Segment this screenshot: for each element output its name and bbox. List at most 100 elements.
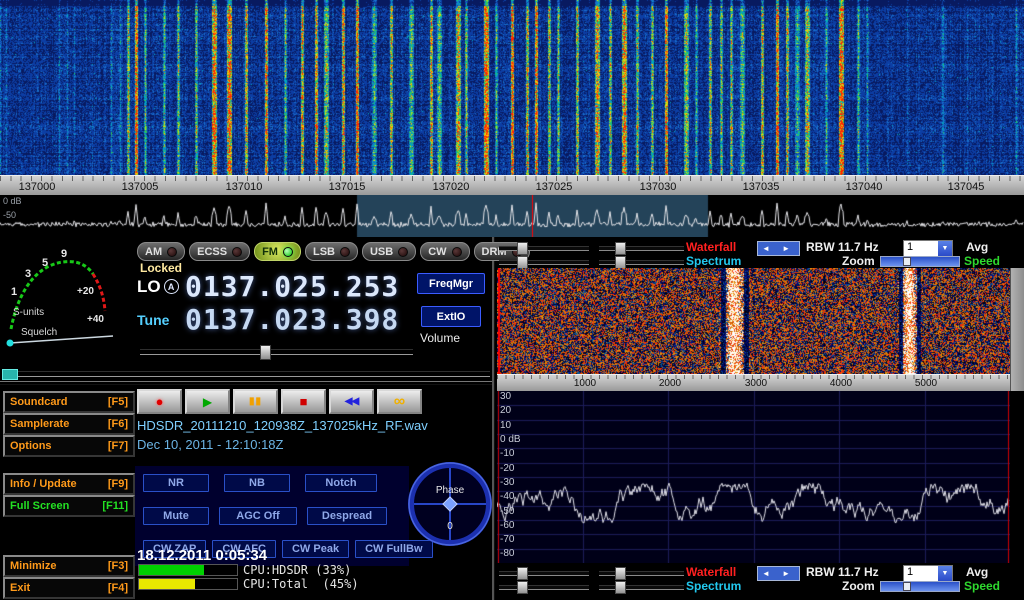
volume-slider-handle[interactable] — [260, 345, 271, 360]
s-meter-squelch-label: Squelch — [21, 327, 57, 338]
freq-label: 137020 — [421, 181, 481, 193]
cpu-hdsdr-bar — [138, 564, 238, 576]
minimize-button[interactable]: Minimize [F3] — [3, 555, 135, 577]
info-update-button[interactable]: Info / Update [F9] — [3, 473, 135, 495]
waterfall-toggle[interactable]: Waterfall — [686, 240, 736, 254]
db-label: -80 — [500, 548, 514, 559]
button-label: Minimize — [10, 560, 56, 572]
button-hotkey: [F7] — [108, 440, 128, 452]
squelch-slider-handle[interactable] — [2, 369, 18, 380]
s-meter-tick-label: 3 — [25, 268, 31, 280]
mode-led-icon — [398, 247, 408, 257]
pause-button[interactable]: ▮▮ — [233, 389, 278, 414]
spectrum-brightness-slider[interactable] — [499, 260, 589, 265]
options-button[interactable]: Options [F7] — [3, 435, 135, 457]
freq-label: 137035 — [731, 181, 791, 193]
exit-button[interactable]: Exit [F4] — [3, 577, 135, 599]
play-button[interactable]: ▶ — [185, 389, 230, 414]
spectrum-brightness-slider[interactable] — [499, 585, 589, 590]
mode-label: USB — [370, 246, 393, 258]
audio-spectrum[interactable]: 30 20 10 0 dB -10 -20 -30 -40 -50 -60 -7… — [497, 391, 1010, 563]
cw-peak-button[interactable]: CW Peak — [282, 540, 349, 558]
mode-usb-button[interactable]: USB — [362, 242, 416, 261]
waterfall-contrast-slider[interactable] — [599, 246, 684, 251]
agc-off-button[interactable]: AGC Off — [219, 507, 297, 525]
s-meter-units-label: S-units — [13, 307, 44, 318]
freq-label: 137000 — [7, 181, 67, 193]
button-hotkey: [F5] — [108, 396, 128, 408]
tune-label: Tune — [137, 312, 169, 328]
playback-file-date: Dec 10, 2011 - 12:10:18Z — [137, 437, 283, 452]
freqmgr-button[interactable]: FreqMgr — [417, 273, 485, 294]
spectrum-toggle[interactable]: Spectrum — [686, 579, 741, 593]
waterfall-brightness-slider[interactable] — [499, 571, 589, 576]
stop-button[interactable]: ■ — [281, 389, 326, 414]
lo-lock-badge[interactable]: A — [164, 279, 179, 294]
db-label: -40 — [500, 491, 514, 502]
loop-button[interactable]: ∞ — [377, 389, 422, 414]
hdsdr-window: 137000 137005 137010 137015 137020 13702… — [0, 0, 1024, 600]
speed-label: Speed — [964, 254, 1000, 268]
mode-cw-button[interactable]: CW — [420, 242, 469, 261]
button-hotkey: [F4] — [108, 582, 128, 594]
db-label: 0 dB — [3, 196, 22, 206]
waterfall-contrast-slider[interactable] — [599, 571, 684, 576]
button-hotkey: [F9] — [108, 478, 128, 490]
slider-handle[interactable] — [517, 581, 528, 594]
button-label: Soundcard — [10, 396, 67, 408]
zoom-slider[interactable] — [880, 256, 960, 267]
despread-button[interactable]: Despread — [307, 507, 387, 525]
waterfall-side-strip — [1010, 268, 1024, 391]
mute-button[interactable]: Mute — [143, 507, 209, 525]
spectrum-toggle[interactable]: Spectrum — [686, 254, 741, 268]
mode-ecss-button[interactable]: ECSS — [189, 242, 250, 261]
s-meter-tick-label: +40 — [87, 314, 104, 325]
db-label: 10 — [500, 420, 511, 431]
main-waterfall[interactable] — [0, 0, 1024, 175]
audio-waterfall[interactable] — [497, 268, 1010, 374]
notch-button[interactable]: Notch — [305, 474, 377, 492]
s-meter-tick-label: 5 — [42, 257, 48, 269]
mode-label: ECSS — [197, 246, 227, 258]
panel-separator — [0, 381, 492, 385]
nb-button[interactable]: NB — [224, 474, 290, 492]
mode-led-icon — [340, 247, 350, 257]
cpu-total-bar-fill — [139, 579, 195, 589]
main-spectrum-canvas[interactable] — [0, 195, 1024, 237]
main-frequency-scale[interactable]: 137000 137005 137010 137015 137020 13702… — [0, 175, 1024, 197]
button-hotkey: [F11] — [102, 500, 128, 512]
zoom-slider-handle[interactable] — [903, 257, 911, 266]
slider-handle[interactable] — [615, 581, 626, 594]
zoom-label: Zoom — [842, 254, 875, 268]
mode-lsb-button[interactable]: LSB — [305, 242, 358, 261]
button-label: Exit — [10, 582, 30, 594]
rewind-button[interactable]: ◀◀ — [329, 389, 374, 414]
spectrum-contrast-slider[interactable] — [599, 585, 684, 590]
lo-frequency-display[interactable]: 0137.025.253 — [185, 272, 399, 302]
freq-label: 3000 — [726, 378, 786, 389]
zoom-slider-handle[interactable] — [903, 582, 911, 591]
fullscreen-button[interactable]: Full Screen [F11] — [3, 495, 135, 517]
record-button[interactable]: ● — [137, 389, 182, 414]
lo-label: LO — [137, 277, 161, 297]
button-label: Info / Update — [10, 478, 77, 490]
squelch-slider[interactable] — [2, 371, 490, 377]
samplerate-button[interactable]: Samplerate [F6] — [3, 413, 135, 435]
waterfall-brightness-slider[interactable] — [499, 246, 589, 251]
tune-frequency-display[interactable]: 0137.023.398 — [185, 305, 399, 335]
mode-am-button[interactable]: AM — [137, 242, 185, 261]
main-spectrum[interactable]: 0 dB -50 — [0, 195, 1024, 237]
freq-label: 137030 — [628, 181, 688, 193]
spectrum-contrast-slider[interactable] — [599, 260, 684, 265]
phase-scope: Phase 0 — [404, 455, 496, 551]
zoom-slider[interactable] — [880, 581, 960, 592]
audio-spectrum-canvas[interactable] — [497, 391, 1010, 563]
waterfall-toggle[interactable]: Waterfall — [686, 565, 736, 579]
phase-label: Phase — [436, 485, 465, 496]
volume-slider[interactable] — [140, 349, 413, 355]
nr-button[interactable]: NR — [143, 474, 209, 492]
mode-fm-button[interactable]: FM — [254, 242, 301, 261]
soundcard-button[interactable]: Soundcard [F5] — [3, 391, 135, 413]
db-label: -10 — [500, 448, 514, 459]
extio-button[interactable]: ExtIO — [421, 306, 481, 327]
